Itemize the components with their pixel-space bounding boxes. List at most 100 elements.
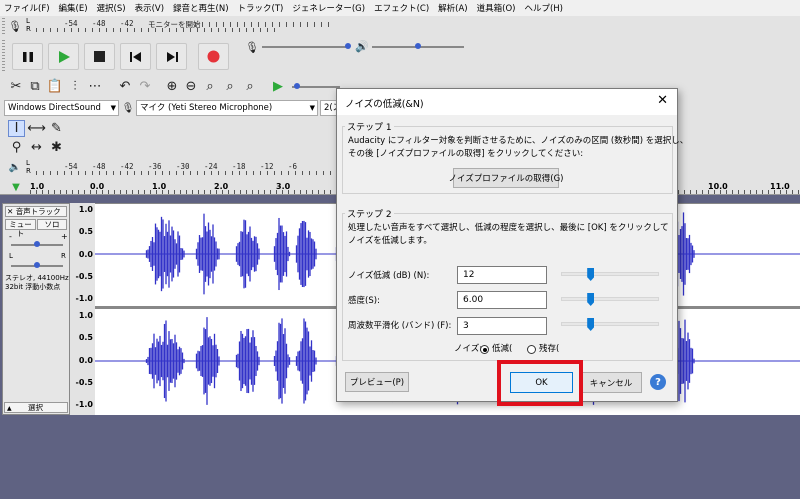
menu-analyze[interactable]: 解析(A)	[438, 2, 467, 14]
multi-tool-icon[interactable]: ✱	[48, 139, 65, 156]
menu-file[interactable]: ファイル(F)	[4, 2, 50, 14]
stop-icon	[94, 51, 105, 62]
record-volume-thumb[interactable]	[345, 43, 351, 49]
chevron-down-icon: ▼	[110, 104, 116, 112]
play-speed-thumb[interactable]	[294, 83, 300, 89]
sensitivity-input[interactable]: 6.00	[457, 291, 547, 309]
menu-edit[interactable]: 編集(E)	[59, 2, 88, 14]
frequency-smoothing-input[interactable]: 3	[457, 317, 547, 335]
pause-icon	[22, 51, 33, 62]
silence-icon[interactable]: ⋯	[87, 78, 103, 94]
close-icon[interactable]: ✕	[657, 93, 668, 108]
speaker-icon: 🔊	[355, 39, 369, 53]
cancel-button[interactable]: キャンセル	[580, 372, 642, 393]
pan-right-label: R	[61, 252, 66, 260]
residue-radio[interactable]	[527, 345, 536, 354]
draw-tool-icon[interactable]: ✎	[48, 120, 65, 137]
gain-minus-label: -	[9, 232, 12, 241]
residue-radio-label[interactable]: 残存(	[539, 343, 559, 356]
record-icon	[207, 50, 220, 63]
toolbar-grip[interactable]	[2, 18, 5, 34]
fit-selection-icon[interactable]: ⌕	[202, 78, 218, 94]
gain-thumb[interactable]	[34, 241, 40, 247]
play-at-speed-icon[interactable]: ▶	[270, 78, 286, 94]
record-volume-slider[interactable]	[262, 46, 350, 48]
dialog-titlebar: ノイズの低減(&N) ✕	[337, 89, 677, 115]
step2-label: ステップ 2	[345, 207, 394, 220]
menu-generate[interactable]: ジェネレーター(G)	[292, 2, 365, 14]
track-info: ステレオ, 44100Hz 32bit 浮動小数点	[5, 274, 69, 291]
noise-reduction-slider[interactable]	[561, 268, 659, 281]
trim-icon[interactable]: ⫶	[67, 78, 83, 94]
paste-icon[interactable]: 📋	[47, 78, 63, 94]
track-control-panel: ✕ 音声トラック ▼ ミュート ソロ - + L R ステレオ, 44100Hz…	[2, 203, 70, 415]
mute-button[interactable]: ミュート	[5, 219, 36, 238]
selection-tool-icon[interactable]: I	[8, 120, 25, 137]
zoom-tool-icon[interactable]: ⚲	[8, 139, 25, 156]
reduce-radio-label[interactable]: 低減(	[492, 343, 512, 356]
noise-reduction-dialog: ノイズの低減(&N) ✕ ステップ 1 Audacity にフィルター対象を判断…	[336, 88, 688, 402]
mic-volume-icon: 🎙	[245, 40, 259, 54]
frequency-smoothing-slider[interactable]	[561, 318, 659, 331]
skip-start-button[interactable]	[120, 43, 151, 70]
select-track-button[interactable]: ▲ 選択	[4, 402, 68, 413]
pan-left-label: L	[9, 252, 13, 260]
noise-reduction-label: ノイズ低減 (dB) (N):	[348, 271, 430, 281]
zoom-toggle-icon[interactable]: ⌕	[242, 78, 258, 94]
meter-lr-label: LR	[26, 17, 31, 33]
zoom-in-icon[interactable]: ⊕	[164, 78, 180, 94]
step1-text: Audacity にフィルター対象を判断させるために、ノイズのみの区間 (数秒間…	[348, 136, 689, 159]
envelope-tool-icon[interactable]: ⟷	[27, 120, 46, 137]
skip-start-icon	[129, 51, 141, 62]
meter-scale	[195, 22, 335, 27]
close-icon: ✕	[7, 207, 14, 216]
menu-transport[interactable]: 録音と再生(N)	[173, 2, 229, 14]
skip-end-icon	[166, 51, 178, 62]
menu-tools[interactable]: 道具箱(O)	[477, 2, 516, 14]
menu-select[interactable]: 選択(S)	[97, 2, 126, 14]
playback-volume-thumb[interactable]	[415, 43, 421, 49]
pan-thumb[interactable]	[34, 262, 40, 268]
toolbar-grip[interactable]	[2, 40, 5, 72]
amplitude-scale: 1.0 0.5 0.0 -0.5 -1.0 1.0 0.5 0.0 -0.5 -…	[70, 203, 95, 415]
zoom-out-icon[interactable]: ⊖	[183, 78, 199, 94]
skip-end-button[interactable]	[156, 43, 187, 70]
microphone-icon[interactable]: 🎙	[8, 18, 22, 34]
frequency-smoothing-label: 周波数平滑化 (バンド) (F):	[348, 321, 452, 331]
gain-plus-label: +	[61, 232, 68, 241]
input-device-select[interactable]: マイク (Yeti Stereo Microphone) ▼	[136, 100, 318, 116]
dialog-title: ノイズの低減(&N)	[345, 99, 424, 110]
ok-highlight-frame	[497, 360, 583, 406]
copy-icon[interactable]: ⧉	[27, 78, 43, 94]
step1-label: ステップ 1	[345, 120, 394, 133]
menu-tracks[interactable]: トラック(T)	[238, 2, 284, 14]
fit-project-icon[interactable]: ⌕	[222, 78, 238, 94]
reduce-radio[interactable]	[480, 345, 489, 354]
sensitivity-label: 感度(S):	[348, 296, 380, 306]
solo-button[interactable]: ソロ	[37, 219, 67, 230]
record-button[interactable]	[198, 43, 229, 70]
microphone-icon: 🎙	[121, 102, 135, 114]
play-button[interactable]	[48, 43, 79, 70]
playback-meter[interactable]: -54 -48 -42 -36 -30 -24 -18 -12 -6	[36, 162, 336, 176]
speaker-icon[interactable]: 🔈	[8, 160, 22, 174]
collapse-icon: ▲	[7, 405, 12, 412]
audio-host-select[interactable]: Windows DirectSound ▼	[4, 100, 119, 116]
menu-help[interactable]: ヘルプ(H)	[524, 2, 563, 14]
menu-effect[interactable]: エフェクト(C)	[374, 2, 429, 14]
help-icon[interactable]: ?	[650, 374, 666, 390]
sensitivity-slider[interactable]	[561, 293, 659, 306]
undo-icon[interactable]: ↶	[117, 78, 133, 94]
play-head-icon[interactable]: ▼	[10, 181, 22, 193]
preview-button[interactable]: プレビュー(P)	[345, 372, 409, 392]
pause-button[interactable]	[12, 43, 43, 70]
timeshift-tool-icon[interactable]: ↔	[28, 139, 45, 156]
stop-button[interactable]	[84, 43, 115, 70]
redo-icon[interactable]: ↷	[137, 78, 153, 94]
menu-view[interactable]: 表示(V)	[135, 2, 164, 14]
track-name-menu[interactable]: ✕ 音声トラック ▼	[5, 206, 67, 225]
cut-icon[interactable]: ✂	[8, 78, 24, 94]
get-noise-profile-button[interactable]: ノイズプロファイルの取得(G)	[449, 168, 563, 188]
noise-reduction-input[interactable]: 12	[457, 266, 547, 284]
play-icon	[58, 50, 70, 63]
